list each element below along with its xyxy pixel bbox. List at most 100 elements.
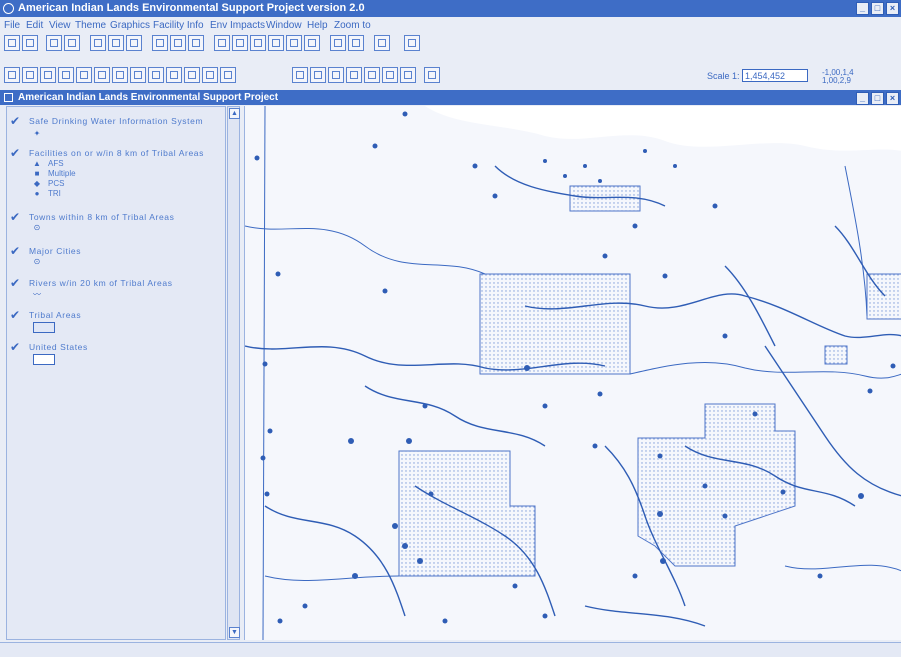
maximize-button[interactable]: □ [871,2,884,15]
zoom-out-fixed-icon[interactable] [286,35,302,51]
legend-label: PCS [48,179,65,188]
layer-name: United States [29,342,88,352]
layer-visibility-check[interactable]: ✔ [10,341,20,353]
menu-theme[interactable]: Theme [75,18,106,33]
legend-entry: ⊙ [33,223,48,232]
hotlink-icon[interactable] [148,67,164,83]
tribal-area [637,403,796,567]
menu-graphics[interactable]: Graphics [110,18,150,33]
menu-view[interactable]: View [49,18,71,33]
chart-icon[interactable] [126,35,142,51]
zoom-in-fixed-icon[interactable] [268,35,284,51]
tribal-areas [398,185,901,577]
multiple-square-icon: ■ [34,169,40,178]
us-swatch [33,354,55,365]
layout-icon[interactable] [330,35,346,51]
locate-icon[interactable] [188,35,204,51]
app-title: American Indian Lands Environmental Supp… [18,2,365,14]
add-theme-icon[interactable] [46,35,62,51]
draw-icon[interactable] [220,67,236,83]
layer-name: Rivers w/in 20 km of Tribal Areas [29,278,173,288]
help-icon[interactable] [374,35,390,51]
query-icon[interactable] [170,35,186,51]
layer-name: Tribal Areas [29,310,82,320]
identify-icon[interactable] [4,67,20,83]
status-bar [0,642,901,657]
report-icon[interactable] [404,35,420,51]
env-tool-7-icon[interactable] [400,67,416,83]
menu-edit[interactable]: Edit [26,18,43,33]
window-controls: _ □ × [856,2,899,15]
layer-name: Towns within 8 km of Tribal Areas [29,212,175,222]
layer-visibility-check[interactable]: ✔ [10,277,20,289]
button-bar [4,34,884,54]
find-icon[interactable] [152,35,168,51]
zoom-full-icon[interactable] [214,35,230,51]
layer-visibility-check[interactable]: ✔ [10,147,20,159]
measure-icon[interactable] [130,67,146,83]
zoom-selected-icon[interactable] [250,35,266,51]
scroll-down-icon[interactable]: ▼ [229,627,240,638]
layer-visibility-check[interactable]: ✔ [10,115,20,127]
layer-name: Safe Drinking Water Information System [29,116,204,126]
pointer-icon[interactable] [22,67,38,83]
scroll-up-icon[interactable]: ▲ [229,108,240,119]
area-of-interest-icon[interactable] [166,67,182,83]
map-region-north [425,106,901,151]
menu-env-impacts[interactable]: Env Impacts [210,18,265,33]
table-icon[interactable] [108,35,124,51]
label-icon[interactable] [184,67,200,83]
layer-visibility-check[interactable]: ✔ [10,245,20,257]
text-icon[interactable] [202,67,218,83]
river-line-icon: 〰 [33,290,41,299]
minimize-button[interactable]: _ [856,2,869,15]
env-tool-8-icon[interactable] [424,67,440,83]
zoom-previous-icon[interactable] [304,35,320,51]
edit-legend-icon[interactable] [90,35,106,51]
town-symbol-icon: ⊙ [33,223,41,232]
menu-zoom-to[interactable]: Zoom to [334,18,371,33]
layer-visibility-check[interactable]: ✔ [10,211,20,223]
vertex-edit-icon[interactable] [40,67,56,83]
print-icon[interactable] [348,35,364,51]
env-tool-2-icon[interactable] [310,67,326,83]
app-icon [3,3,14,14]
toc-scrollbar[interactable]: ▲ ▼ [227,106,240,640]
legend-entry: ⊙ [33,257,48,266]
pcs-diamond-icon: ◆ [33,179,41,188]
afs-triangle-icon: ▲ [33,159,41,168]
sdwis-symbol-icon: ✦ [33,129,41,138]
menu-window[interactable]: Window [266,18,302,33]
tribal-area [824,345,848,365]
layer-visibility-check[interactable]: ✔ [10,309,20,321]
menu-help[interactable]: Help [307,18,328,33]
view-title: American Indian Lands Environmental Supp… [18,92,279,103]
env-tool-4-icon[interactable] [346,67,362,83]
env-tool-5-icon[interactable] [364,67,380,83]
zoom-in-icon[interactable] [76,67,92,83]
view-minimize-button[interactable]: _ [856,92,869,105]
tribal-area-swatch [33,322,55,333]
map-canvas[interactable] [245,106,901,640]
menu-file[interactable]: File [4,18,20,33]
pan-icon[interactable] [112,67,128,83]
zoom-out-icon[interactable] [94,67,110,83]
legend-entry: ■ Multiple [33,169,76,178]
env-tool-1-icon[interactable] [292,67,308,83]
tribal-area [398,450,536,577]
theme-properties-icon[interactable] [64,35,80,51]
view-close-button[interactable]: × [886,92,899,105]
scale-input[interactable]: 1,454,452 [742,69,808,82]
view-maximize-button[interactable]: □ [871,92,884,105]
select-feature-icon[interactable] [58,67,74,83]
save-icon[interactable] [22,35,38,51]
menu-facility-info[interactable]: Facility Info [153,18,204,33]
zoom-active-icon[interactable] [232,35,248,51]
env-tool-6-icon[interactable] [382,67,398,83]
close-button[interactable]: × [886,2,899,15]
new-project-icon[interactable] [4,35,20,51]
legend-entry: ● TRI [33,189,61,198]
legend-entry: ▲ AFS [33,159,64,168]
map-view[interactable] [244,106,901,640]
env-tool-3-icon[interactable] [328,67,344,83]
